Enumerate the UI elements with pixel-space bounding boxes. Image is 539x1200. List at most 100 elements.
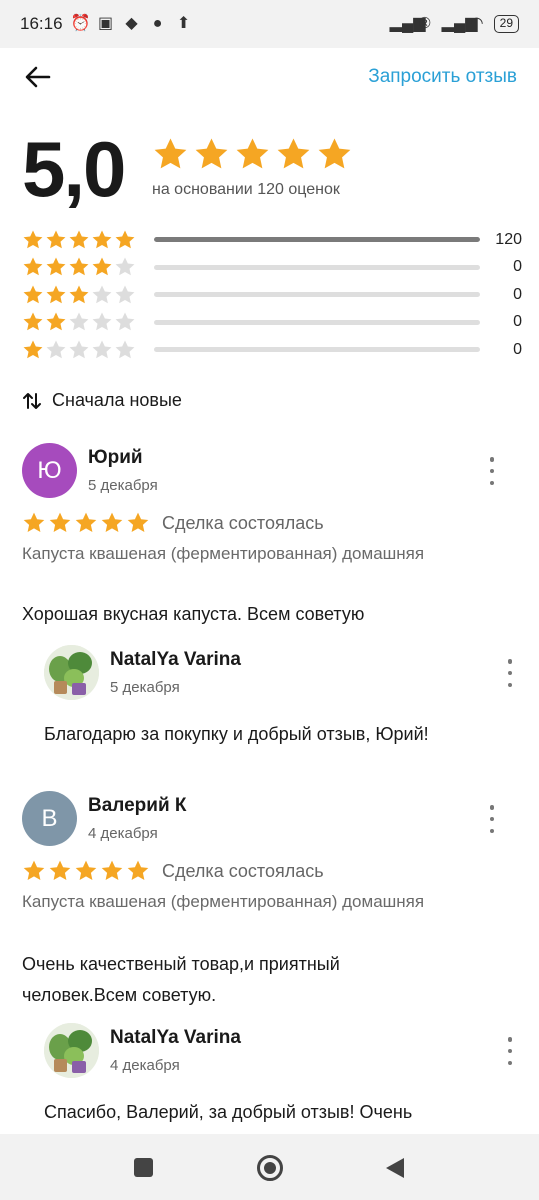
seller-avatar[interactable] (44, 1023, 99, 1078)
distribution-row: 120 (22, 226, 522, 254)
review-rating-line: Сделка состоялась (22, 511, 324, 535)
arrow-left-icon (25, 66, 51, 88)
average-rating: 5,0 (22, 125, 126, 213)
row-stars (22, 284, 142, 306)
distribution-row: 0 (22, 309, 522, 337)
reply-date: 4 декабря (110, 1057, 180, 1074)
review-product[interactable]: Капуста квашеная (ферментированная) дома… (22, 888, 462, 915)
distribution-count: 0 (513, 340, 522, 358)
distribution-bar (154, 347, 480, 353)
distribution-count: 0 (513, 313, 522, 331)
registered-icon: ® (418, 15, 431, 32)
more-options-button[interactable] (483, 805, 501, 833)
row-stars (22, 256, 142, 278)
sort-icon (23, 392, 41, 409)
avatar[interactable]: Ю (22, 443, 77, 498)
star-filled-icon (46, 285, 66, 303)
status-time: 16:16 (20, 14, 63, 33)
star-empty-icon (46, 340, 66, 358)
star-empty-icon (115, 257, 135, 276)
distribution-bar (154, 264, 480, 270)
system-back-button[interactable] (386, 1158, 404, 1178)
star-filled-icon (75, 860, 97, 880)
star-empty-icon (69, 312, 89, 331)
nfc-icon: ▣ (97, 15, 114, 32)
status-bar: 16:16 ⏰ ▣ ◆ ● ⬆ ▂▄▆ ® ▂▄▆ ◠ 29 (0, 0, 539, 48)
reply-more-options-button[interactable] (501, 1037, 519, 1065)
star-filled-icon (92, 257, 112, 276)
status-right: ▂▄▆ ® ▂▄▆ ◠ 29 (390, 15, 519, 33)
row-stars (22, 311, 142, 333)
distribution-bar (154, 237, 480, 243)
star-filled-icon (23, 285, 43, 303)
star-filled-icon (92, 230, 112, 248)
reply-date: 5 декабря (110, 679, 180, 696)
reply-author[interactable]: NatalYa Varina (110, 649, 241, 671)
review-card: Ю Юрий 5 декабря Сделка состоялась Капус… (22, 443, 519, 633)
distribution-row: 0 (22, 254, 522, 282)
deal-status: Сделка состоялась (162, 860, 324, 881)
distribution-count: 0 (513, 258, 522, 276)
back-button[interactable] (22, 61, 54, 93)
star-filled-icon (23, 512, 45, 532)
seller-avatar[interactable] (44, 645, 99, 700)
avatar[interactable]: В (22, 791, 77, 846)
star-filled-icon (101, 860, 123, 880)
review-text: Хорошая вкусная капуста. Всем советую (22, 604, 365, 624)
distribution-row: 0 (22, 281, 522, 309)
reply-author[interactable]: NatalYa Varina (110, 1027, 241, 1049)
star-filled-icon (127, 512, 149, 532)
star-filled-icon (318, 138, 351, 169)
star-filled-icon (236, 138, 269, 169)
star-filled-icon (49, 860, 71, 880)
review-text: Очень качественый товар,и приятный челов… (22, 954, 340, 1005)
home-button[interactable] (257, 1155, 283, 1181)
review-author[interactable]: Юрий (88, 447, 143, 469)
reply-text: Спасибо, Валерий, за добрый отзыв! Очень (44, 1102, 413, 1122)
distribution-count: 120 (495, 230, 522, 248)
rating-distribution: 120 0 0 0 0 (22, 226, 522, 364)
review-stars (22, 511, 150, 535)
status-left: 16:16 ⏰ ▣ ◆ ● ⬆ (20, 14, 193, 34)
distribution-row: 0 (22, 336, 522, 364)
request-review-link[interactable]: Запросить отзыв (368, 66, 517, 88)
star-filled-icon (46, 230, 66, 248)
upload-icon: ⬆ (176, 15, 191, 32)
star-empty-icon (115, 285, 135, 303)
reply-more-options-button[interactable] (501, 659, 519, 687)
sort-button[interactable]: Сначала новые (22, 390, 182, 411)
star-filled-icon (46, 257, 66, 276)
star-filled-icon (75, 512, 97, 532)
recents-button[interactable] (134, 1158, 153, 1177)
star-filled-icon (49, 512, 71, 532)
distribution-bar-fill (154, 237, 480, 243)
star-filled-icon (23, 340, 43, 358)
deal-status: Сделка состоялась (162, 512, 324, 533)
review-date: 4 декабря (88, 825, 158, 842)
star-filled-icon (277, 138, 310, 169)
distribution-bar (154, 292, 480, 298)
star-empty-icon (92, 340, 112, 358)
more-options-button[interactable] (483, 457, 501, 485)
star-filled-icon (23, 230, 43, 248)
star-filled-icon (69, 285, 89, 303)
system-nav-bar (0, 1134, 539, 1200)
ratings-count-text: на основании 120 оценок (152, 181, 340, 198)
seller-reply: NatalYa Varina 4 декабря Спасибо, Валери… (44, 1023, 519, 1134)
star-filled-icon (69, 230, 89, 248)
row-stars (22, 339, 142, 361)
star-filled-icon (101, 512, 123, 532)
review-card: В Валерий К 4 декабря Сделка состоялась … (22, 791, 519, 1011)
review-author[interactable]: Валерий К (88, 795, 187, 817)
star-filled-icon (23, 860, 45, 880)
diamond-icon: ◆ (125, 15, 138, 32)
review-rating-line: Сделка состоялась (22, 859, 324, 883)
star-empty-icon (115, 312, 135, 331)
alarm-icon: ⏰ (70, 15, 91, 32)
distribution-count: 0 (513, 285, 522, 303)
chat-icon: ● (152, 15, 163, 32)
review-product[interactable]: Капуста квашеная (ферментированная) дома… (22, 540, 462, 567)
star-empty-icon (69, 340, 89, 358)
star-empty-icon (92, 312, 112, 331)
distribution-bar (154, 319, 480, 325)
